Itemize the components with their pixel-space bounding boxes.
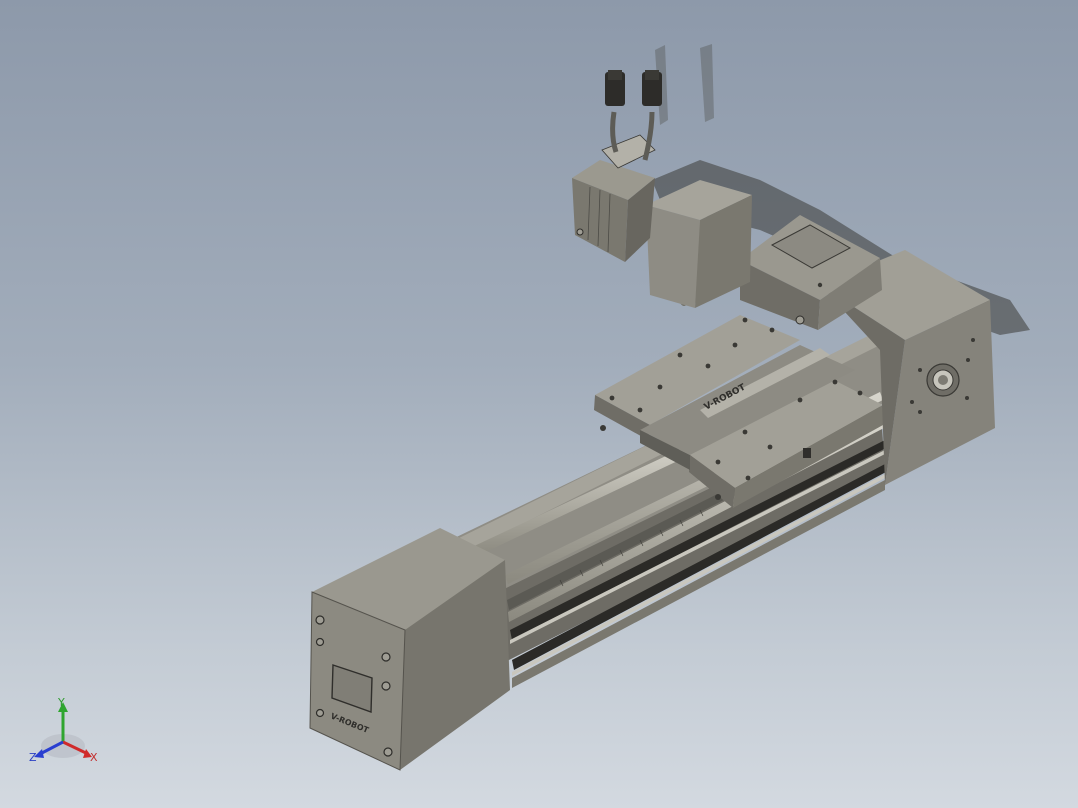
encoder-connector[interactable]: [642, 70, 662, 106]
cad-graphics-viewport[interactable]: V-ROBOT V-ROBOT Y X Z: [0, 0, 1078, 808]
power-connector[interactable]: [605, 70, 625, 106]
x-axis-label: X: [90, 751, 98, 764]
front-end-cap[interactable]: V-ROBOT: [309, 528, 510, 771]
z-axis-label: Z: [29, 751, 37, 764]
servo-motor[interactable]: [572, 134, 656, 262]
motor-flange[interactable]: [646, 180, 752, 308]
linear-actuator-model[interactable]: V-ROBOT V-ROBOT: [0, 0, 1078, 808]
drive-bearing-boss: [926, 363, 960, 397]
carriage-sensor: [803, 448, 811, 458]
y-axis-label: Y: [58, 696, 65, 709]
